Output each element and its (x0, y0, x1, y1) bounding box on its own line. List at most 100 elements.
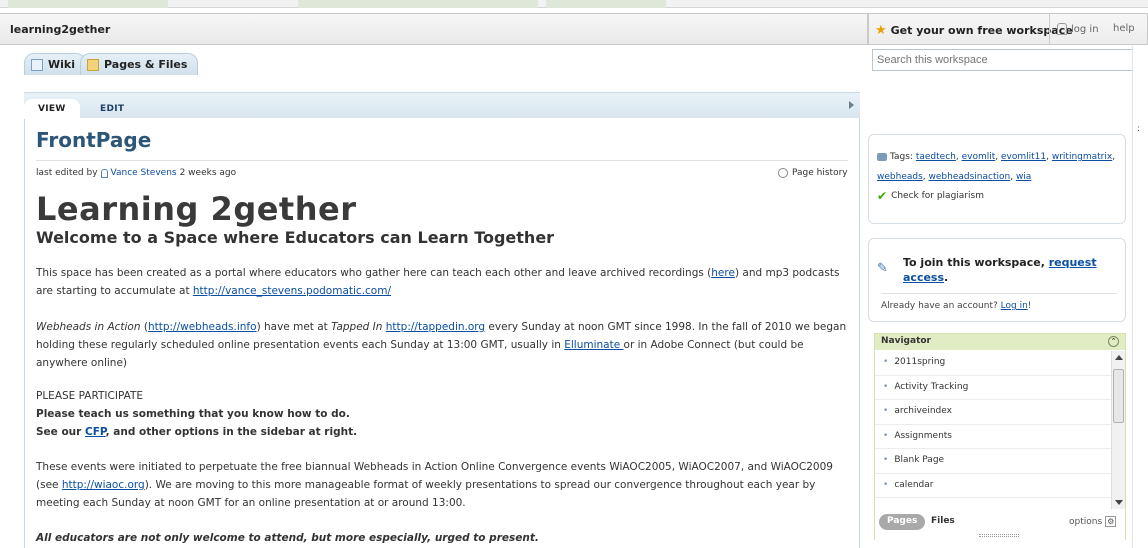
list-item-label: 2011spring (894, 357, 946, 367)
list-item[interactable]: • Activity Tracking (875, 376, 1111, 400)
editor-user-link[interactable]: Vance Stevens (111, 168, 177, 178)
options-button[interactable]: options ⚙ (1069, 516, 1117, 527)
tag-link[interactable]: webheadsinaction (929, 172, 1011, 182)
bullet-icon: • (883, 406, 889, 416)
elluminate-link[interactable]: Elluminate (564, 339, 623, 351)
tab-view[interactable]: VIEW (24, 99, 80, 119)
page-title: FrontPage (36, 128, 152, 152)
list-item[interactable]: • archiveindex (875, 400, 1111, 425)
participate-cfp-line: See our CFP, and other options in the si… (36, 423, 854, 441)
star-icon: ★ (875, 23, 887, 38)
strip-segment (546, 0, 666, 8)
list-item-label: Assignments (894, 430, 952, 441)
scroll-down-icon[interactable] (1115, 500, 1123, 505)
bullet-icon: • (883, 357, 889, 367)
scroll-thumb[interactable] (1113, 369, 1124, 423)
get-free-label: Get your own free workspace (890, 24, 1073, 37)
text: ( (140, 321, 148, 333)
text: See our (36, 426, 85, 438)
tag-icon (877, 152, 887, 161)
text: To join this workspace, (903, 256, 1049, 269)
options-label: options (1069, 516, 1103, 527)
tappedin-link[interactable]: http://tappedin.org (386, 321, 485, 333)
login-label: log in (1071, 23, 1099, 35)
checkmark-icon: ✔ (877, 189, 888, 203)
navigator-panel: Navigator ⌃ • 2011spring • Activity Tracki… (874, 333, 1126, 540)
paragraph-intro: This space has been created as a portal … (36, 264, 854, 300)
podomatic-link[interactable]: http://vance_stevens.podomatic.com/ (193, 285, 391, 297)
text: Tapped In (331, 321, 383, 333)
wiki-icon (31, 58, 43, 71)
view-edit-bar: VIEW EDIT (24, 92, 860, 119)
text: ! (1027, 301, 1032, 311)
login-link[interactable]: Log in (1001, 301, 1028, 311)
tag-link[interactable]: webheads (877, 172, 923, 182)
list-item-label: calendar (894, 479, 934, 490)
text: ). We are moving to this more manageable… (36, 479, 816, 509)
list-item[interactable]: • 2011spring (875, 351, 1111, 376)
files-button[interactable]: Files (931, 516, 955, 526)
navigator-scrollbar[interactable] (1111, 351, 1125, 509)
list-item-label: Activity Tracking (894, 381, 969, 392)
last-edited-info: last edited by Vance Stevens 2 weeks ago (36, 168, 236, 178)
tag-link[interactable]: taedtech (916, 152, 956, 162)
strip-segment (8, 0, 168, 8)
strip-segment (298, 0, 538, 8)
pushpin-icon: ✎ (877, 261, 888, 276)
content-subheading: Welcome to a Space where Educators can L… (36, 228, 555, 247)
text: Already have an account? (881, 301, 1001, 311)
tags-panel: Tags: taedtech, evomlit, evomlit11, writ… (868, 134, 1126, 224)
page-history-link[interactable]: Page history (778, 168, 848, 178)
text: , and other options in the sidebar at ri… (105, 426, 358, 438)
text: ) have met at (256, 321, 332, 333)
check-plagiarism-link[interactable]: ✔ Check for plagiarism (877, 189, 984, 203)
get-free-workspace-link[interactable]: ★ Get your own free workspace (875, 23, 1073, 38)
list-item[interactable]: • Blank Page (875, 449, 1111, 474)
content-heading: Learning 2gether (36, 190, 357, 228)
workspace-title-bar: learning2gether (0, 13, 868, 45)
tag-link[interactable]: evomlit (962, 152, 996, 162)
webheads-link[interactable]: http://webheads.info (148, 321, 257, 333)
divider (881, 293, 1117, 294)
resize-grip[interactable] (979, 534, 1019, 537)
paragraph-history: These events were initiated to perpetuat… (36, 458, 854, 512)
window-scrollbar[interactable]: : (1132, 46, 1148, 548)
paragraph-webheads: Webheads in Action (http://webheads.info… (36, 318, 854, 372)
participate-line: Please teach us something that you know … (36, 408, 350, 420)
bullet-icon: • (883, 430, 889, 441)
main-tabs: Wiki Pages & Files (0, 45, 868, 79)
tag-link[interactable]: evomlit11 (1001, 152, 1046, 162)
tag-link[interactable]: wia (1016, 172, 1031, 182)
tags-line: Tags: taedtech, evomlit, evomlit11, writ… (877, 152, 1116, 182)
text: This space has been created as a portal … (36, 267, 712, 279)
page-history-label: Page history (792, 168, 848, 178)
list-item[interactable]: • Assignments (875, 425, 1111, 449)
tab-wiki[interactable]: Wiki (24, 53, 86, 75)
here-link[interactable]: here (711, 267, 735, 279)
scroll-up-icon[interactable] (1115, 355, 1123, 360)
navigator-footer: Pages Files options ⚙ (875, 510, 1125, 540)
navigator-title: Navigator (881, 336, 931, 346)
expand-arrow-icon[interactable] (849, 101, 854, 109)
tab-pages-files[interactable]: Pages & Files (80, 53, 199, 75)
list-item-label: Blank Page (894, 455, 945, 465)
already-account: Already have an account? Log in! (881, 301, 1031, 311)
text: Webheads in Action (36, 321, 141, 333)
collapse-icon[interactable]: ⌃ (1108, 336, 1119, 347)
help-link[interactable]: help (1113, 23, 1135, 34)
folder-icon (87, 58, 99, 71)
list-item[interactable]: • calendar (875, 474, 1111, 498)
user-icon (1057, 23, 1067, 35)
participate-heading: PLEASE PARTICIPATE (36, 390, 144, 402)
login-link[interactable]: log in (1057, 23, 1099, 35)
tags-label: Tags: (890, 152, 913, 162)
cfp-link[interactable]: CFP (85, 426, 106, 438)
join-message: ✎ To join this workspace, request access… (877, 255, 1113, 285)
workspace-name[interactable]: learning2gether (10, 23, 110, 36)
pages-button[interactable]: Pages (879, 514, 926, 530)
tab-edit[interactable]: EDIT (86, 99, 138, 119)
search-input[interactable] (872, 49, 1142, 71)
tag-link[interactable]: writingmatrix (1052, 152, 1112, 162)
wiaoc-link[interactable]: http://wiaoc.org (62, 479, 145, 491)
scroll-marker: : (1137, 124, 1141, 134)
